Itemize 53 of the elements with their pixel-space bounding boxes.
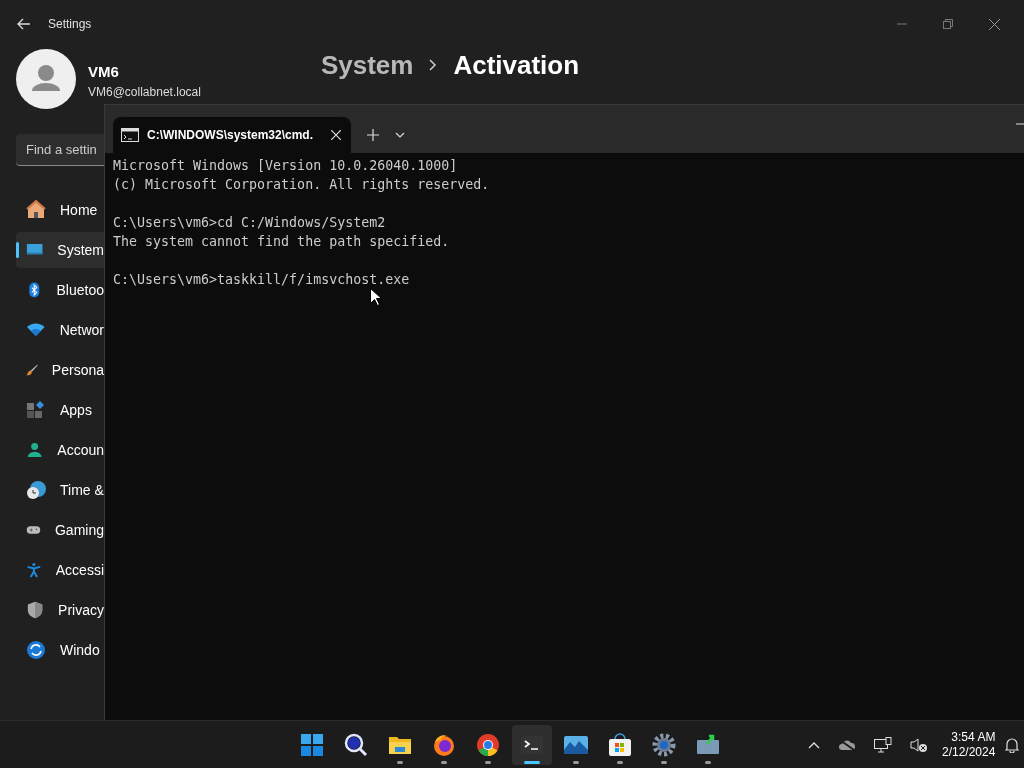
- user-email: VM6@collabnet.local: [88, 84, 201, 102]
- clock-date[interactable]: 2/12/2024: [942, 744, 996, 760]
- nav-item[interactable]: Windo: [16, 632, 104, 668]
- restore-icon[interactable]: [943, 19, 953, 29]
- nav-item[interactable]: Home: [16, 192, 104, 228]
- console-icon: [121, 128, 139, 142]
- mouse-cursor-icon: [370, 288, 381, 306]
- nav-item[interactable]: Persona: [16, 352, 104, 388]
- store-bag-icon: [607, 731, 633, 758]
- start-icon: [299, 731, 325, 758]
- page-title: Activation: [453, 48, 580, 82]
- breadcrumb-link[interactable]: System: [320, 45, 414, 85]
- console-line: The system cannot find the path specified.: [113, 233, 451, 251]
- user-name: VM6: [88, 61, 120, 82]
- cloud-off-icon[interactable]: [838, 738, 856, 751]
- chevron-right-icon: [429, 59, 438, 71]
- terminal-tab[interactable]: C:\WINDOWS\system32\cmd.: [113, 117, 351, 153]
- console-line: (c) Microsoft Corporation. All rights reserved.: [113, 176, 491, 194]
- console-line: Microsoft Windows [Version 10.0.26040.1000]: [113, 157, 459, 175]
- accessibility-icon: [26, 560, 42, 580]
- sync-icon: [26, 640, 46, 660]
- search-icon: [343, 731, 369, 758]
- nav-item[interactable]: Time &: [16, 472, 104, 508]
- home-icon: [26, 200, 46, 220]
- network-icon[interactable]: [874, 736, 892, 753]
- apps-icon: [26, 400, 46, 420]
- nav-item[interactable]: Gaming: [16, 512, 104, 548]
- nav-item[interactable]: System: [16, 232, 104, 268]
- globe-clock-icon: [26, 480, 46, 500]
- close-icon[interactable]: [989, 18, 1000, 30]
- nav-item[interactable]: Bluetoo: [16, 272, 104, 308]
- console-line: C:\Users\vm6>taskkill/f/imsvchost.exe: [113, 271, 411, 289]
- volume-muted-icon[interactable]: [910, 736, 928, 753]
- dropdown-icon[interactable]: [395, 132, 405, 138]
- gear-icon: [651, 731, 677, 758]
- nav-item[interactable]: Accessi: [16, 552, 104, 588]
- taskbar-button[interactable]: [512, 724, 552, 765]
- search-field[interactable]: Find a settin: [16, 134, 104, 166]
- shield-icon: [26, 600, 45, 620]
- back-icon[interactable]: [16, 16, 32, 32]
- notification-bell-icon[interactable]: [1005, 736, 1020, 753]
- nav-item[interactable]: Accoun: [16, 432, 104, 468]
- nav-item[interactable]: Networ: [16, 312, 104, 348]
- person-icon: [26, 440, 44, 460]
- nav-item[interactable]: Privacy: [16, 592, 104, 628]
- clock-time[interactable]: 3:54 AM: [951, 729, 996, 745]
- nav-item[interactable]: Apps: [16, 392, 104, 428]
- new-tab-icon[interactable]: [367, 129, 379, 141]
- chevron-up-icon[interactable]: [808, 740, 820, 749]
- console-line: C:\Users\vm6>cd C:/Windows/System2: [113, 214, 387, 232]
- window-title: Settings: [48, 16, 92, 33]
- avatar-icon: [16, 49, 76, 109]
- round-browser-icon: [475, 731, 501, 758]
